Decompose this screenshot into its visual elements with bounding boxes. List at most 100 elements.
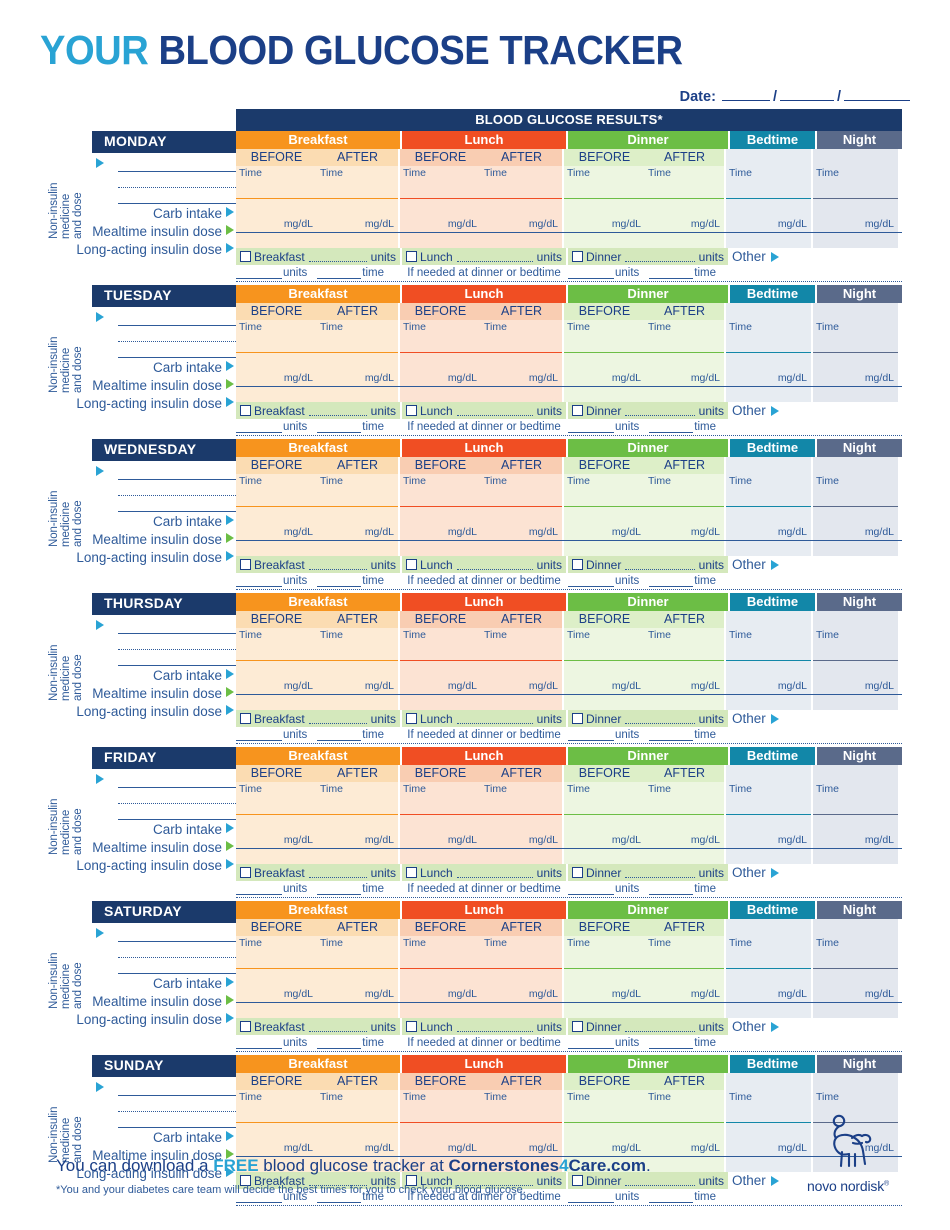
med-line-2[interactable] <box>118 788 236 804</box>
bedtime-entry[interactable]: Time mg/dL <box>726 166 811 232</box>
long-acting-time-blank-1[interactable] <box>317 267 362 279</box>
med-line-3[interactable] <box>118 342 236 358</box>
breakfast-before-entry[interactable]: Time mg/dL <box>236 1090 317 1156</box>
checkbox-dinner-icon[interactable] <box>572 251 583 262</box>
insulin-dinner-blank[interactable] <box>625 252 695 262</box>
carb-breakfast-after-cell[interactable] <box>317 695 398 710</box>
carb-lunch-before-cell[interactable] <box>400 387 481 402</box>
insulin-breakfast-cell[interactable]: Breakfast units <box>236 864 400 881</box>
long-acting-time-blank-2[interactable] <box>649 883 694 895</box>
dinner-after-entry[interactable]: Time mg/dL <box>645 1090 724 1156</box>
long-acting-breakfast-cell[interactable]: units time <box>236 421 400 433</box>
checkbox-lunch-icon[interactable] <box>406 713 417 724</box>
long-acting-units-blank-2[interactable] <box>568 267 614 279</box>
dinner-after-entry[interactable]: Time mg/dL <box>645 936 724 1002</box>
long-acting-time-blank-2[interactable] <box>649 421 694 433</box>
breakfast-after-entry[interactable]: Time mg/dL <box>317 628 398 694</box>
med-line-2[interactable] <box>118 942 236 958</box>
carb-breakfast-after-cell[interactable] <box>317 849 398 864</box>
med-line-2[interactable] <box>118 1096 236 1112</box>
lunch-before-entry[interactable]: Time mg/dL <box>400 166 481 232</box>
insulin-dinner-cell[interactable]: Dinner units <box>568 402 728 419</box>
insulin-lunch-blank[interactable] <box>456 252 533 262</box>
long-acting-time-blank-1[interactable] <box>317 729 362 741</box>
insulin-breakfast-blank[interactable] <box>308 252 367 262</box>
breakfast-before-entry[interactable]: Time mg/dL <box>236 936 317 1002</box>
carb-lunch-before-cell[interactable] <box>400 849 481 864</box>
carb-lunch-before-cell[interactable] <box>400 695 481 710</box>
lunch-after-entry[interactable]: Time mg/dL <box>481 936 562 1002</box>
other-insulin-cell[interactable]: Other <box>728 402 900 419</box>
insulin-dinner-cell[interactable]: Dinner units <box>568 1018 728 1035</box>
long-acting-breakfast-cell[interactable]: units time <box>236 1037 400 1049</box>
carb-lunch-after-cell[interactable] <box>481 387 562 402</box>
insulin-breakfast-blank[interactable] <box>308 406 367 416</box>
med-line-3[interactable] <box>118 1112 236 1128</box>
non-insulin-write-lines[interactable] <box>118 923 236 974</box>
checkbox-dinner-icon[interactable] <box>572 559 583 570</box>
carb-lunch-after-cell[interactable] <box>481 541 562 556</box>
carb-intake-row[interactable] <box>236 387 902 402</box>
long-acting-units-blank-2[interactable] <box>568 883 614 895</box>
carb-dinner-after-cell[interactable] <box>645 387 724 402</box>
lunch-after-entry[interactable]: Time mg/dL <box>481 1090 562 1156</box>
med-line-1[interactable] <box>118 926 236 942</box>
dinner-after-entry[interactable]: Time mg/dL <box>645 628 724 694</box>
carb-dinner-after-cell[interactable] <box>645 695 724 710</box>
night-entry[interactable]: Time mg/dL <box>813 320 898 386</box>
non-insulin-write-lines[interactable] <box>118 153 236 204</box>
insulin-breakfast-cell[interactable]: Breakfast units <box>236 1018 400 1035</box>
carb-lunch-before-cell[interactable] <box>400 1003 481 1018</box>
lunch-after-entry[interactable]: Time mg/dL <box>481 628 562 694</box>
insulin-breakfast-blank[interactable] <box>308 1022 367 1032</box>
carb-breakfast-before-cell[interactable] <box>236 695 317 710</box>
carb-dinner-before-cell[interactable] <box>564 695 645 710</box>
med-line-2[interactable] <box>118 634 236 650</box>
long-acting-breakfast-cell[interactable]: units time <box>236 575 400 587</box>
night-entry[interactable]: Time mg/dL <box>813 166 898 232</box>
long-acting-dinner-cell[interactable]: units time <box>568 421 728 433</box>
long-acting-units-blank-2[interactable] <box>568 1037 614 1049</box>
long-acting-units-blank-2[interactable] <box>568 575 614 587</box>
date-field[interactable]: Date: / / <box>0 89 910 105</box>
breakfast-after-entry[interactable]: Time mg/dL <box>317 936 398 1002</box>
breakfast-before-entry[interactable]: Time mg/dL <box>236 166 317 232</box>
carb-dinner-before-cell[interactable] <box>564 1003 645 1018</box>
lunch-after-entry[interactable]: Time mg/dL <box>481 166 562 232</box>
dinner-after-entry[interactable]: Time mg/dL <box>645 166 724 232</box>
breakfast-after-entry[interactable]: Time mg/dL <box>317 1090 398 1156</box>
long-acting-time-blank-2[interactable] <box>649 575 694 587</box>
carb-breakfast-after-cell[interactable] <box>317 233 398 248</box>
long-acting-dinner-cell[interactable]: units time <box>568 1037 728 1049</box>
breakfast-after-entry[interactable]: Time mg/dL <box>317 782 398 848</box>
carb-intake-row[interactable] <box>236 541 902 556</box>
insulin-lunch-blank[interactable] <box>456 714 533 724</box>
checkbox-dinner-icon[interactable] <box>572 867 583 878</box>
carb-dinner-after-cell[interactable] <box>645 233 724 248</box>
insulin-lunch-cell[interactable]: Lunch units <box>402 1018 566 1035</box>
carb-dinner-after-cell[interactable] <box>645 541 724 556</box>
carb-intake-row[interactable] <box>236 849 902 864</box>
bedtime-entry[interactable]: Time mg/dL <box>726 1090 811 1156</box>
med-line-1[interactable] <box>118 772 236 788</box>
lunch-before-entry[interactable]: Time mg/dL <box>400 782 481 848</box>
other-insulin-cell[interactable]: Other <box>728 248 900 265</box>
insulin-lunch-cell[interactable]: Lunch units <box>402 710 566 727</box>
other-insulin-cell[interactable]: Other <box>728 1018 900 1035</box>
non-insulin-write-lines[interactable] <box>118 769 236 820</box>
med-line-1[interactable] <box>118 310 236 326</box>
dinner-before-entry[interactable]: Time mg/dL <box>564 166 645 232</box>
dinner-before-entry[interactable]: Time mg/dL <box>564 628 645 694</box>
non-insulin-write-lines[interactable] <box>118 307 236 358</box>
carb-breakfast-before-cell[interactable] <box>236 1003 317 1018</box>
dinner-after-entry[interactable]: Time mg/dL <box>645 782 724 848</box>
med-line-3[interactable] <box>118 496 236 512</box>
med-line-1[interactable] <box>118 464 236 480</box>
insulin-breakfast-blank[interactable] <box>308 560 367 570</box>
dinner-before-entry[interactable]: Time mg/dL <box>564 320 645 386</box>
insulin-dinner-blank[interactable] <box>625 406 695 416</box>
carb-dinner-after-cell[interactable] <box>645 1003 724 1018</box>
carb-intake-row[interactable] <box>236 695 902 710</box>
other-insulin-cell[interactable]: Other <box>728 864 900 881</box>
carb-dinner-before-cell[interactable] <box>564 233 645 248</box>
